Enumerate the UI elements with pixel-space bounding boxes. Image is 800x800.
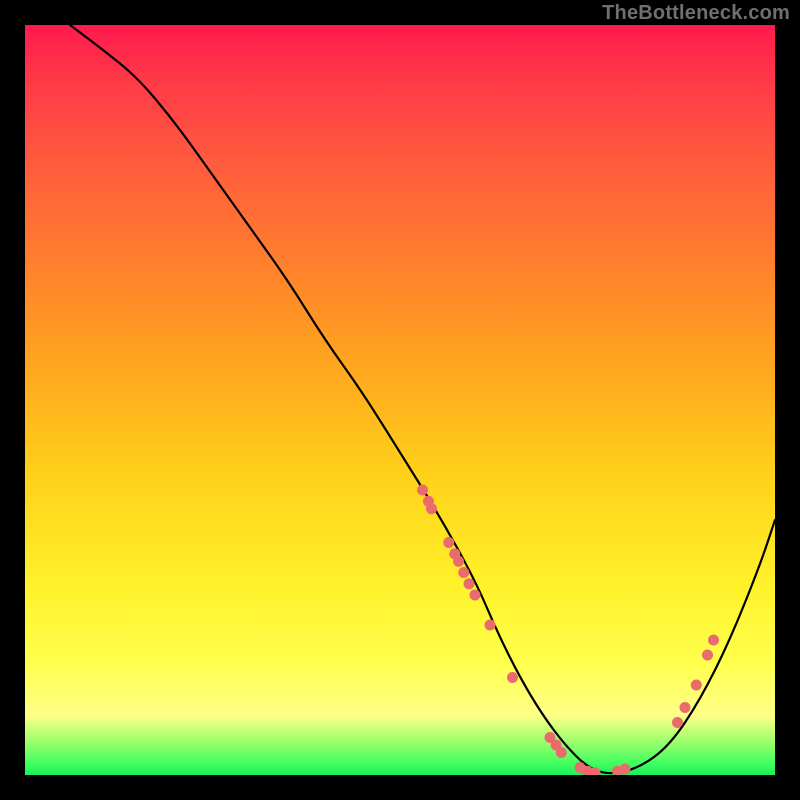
data-point [620,764,631,775]
data-point [453,556,464,567]
data-point [702,650,713,661]
data-point [426,503,437,514]
data-point [470,590,481,601]
data-point [458,567,469,578]
data-point [708,635,719,646]
data-point [417,485,428,496]
data-point [507,672,518,683]
chart-frame [25,25,775,775]
watermark-text: TheBottleneck.com [602,2,790,25]
data-point [680,702,691,713]
data-point [672,717,683,728]
bottleneck-curve [70,25,775,773]
chart-svg [25,25,775,775]
highlighted-points [417,485,719,776]
data-point [443,537,454,548]
data-point [556,747,567,758]
data-point [691,680,702,691]
data-point [464,578,475,589]
data-point [485,620,496,631]
